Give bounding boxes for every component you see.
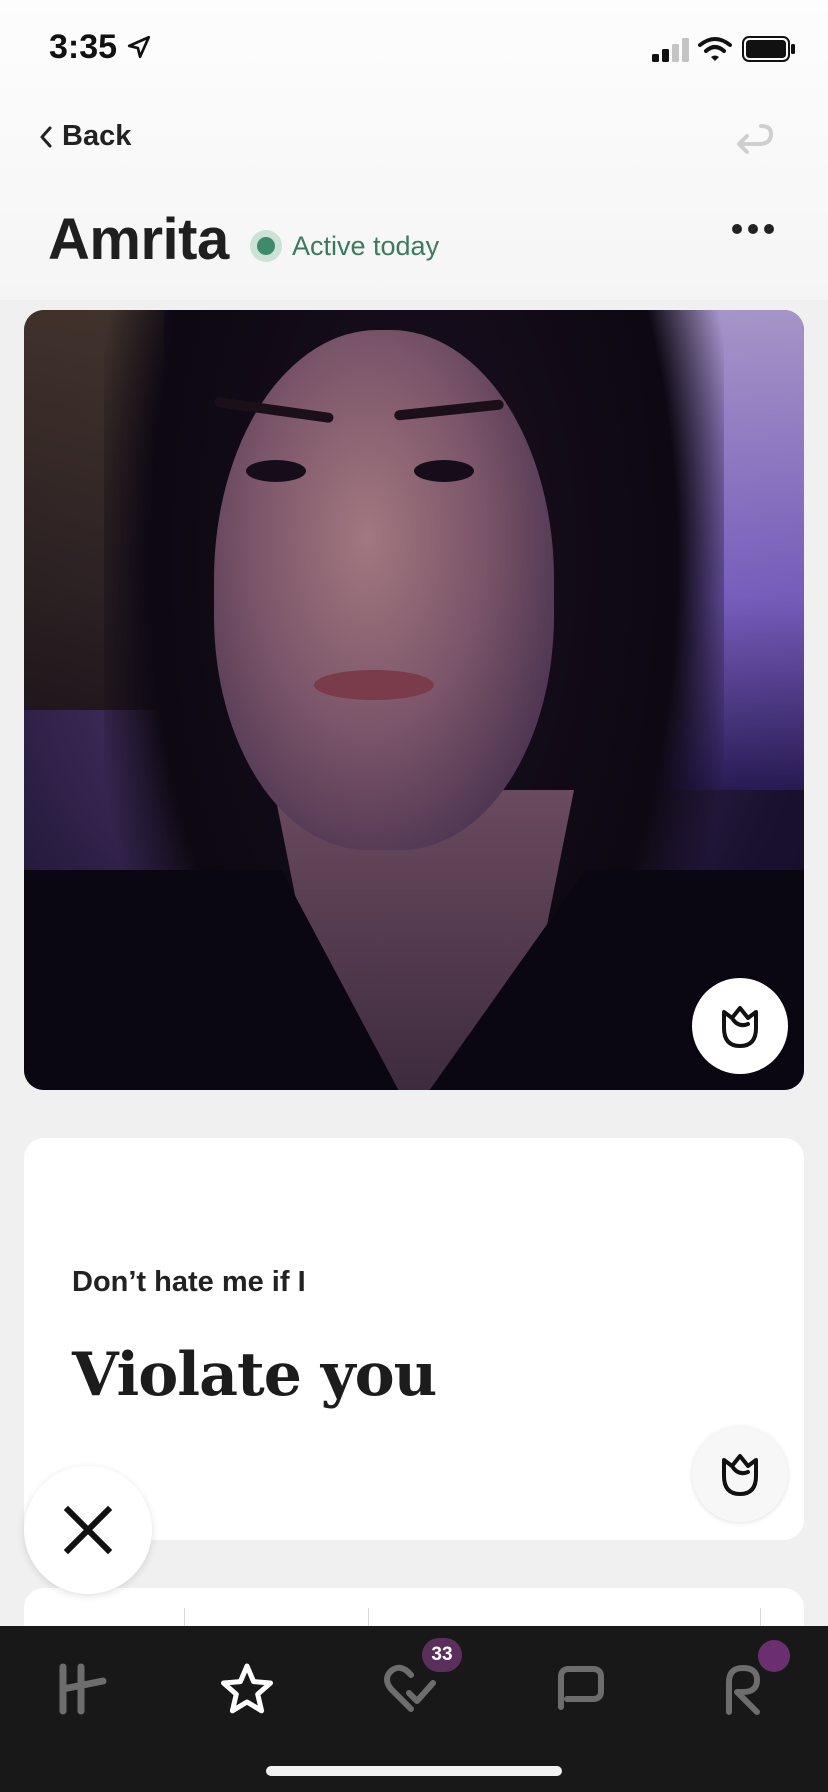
undo-icon[interactable] <box>735 122 775 158</box>
send-rose-button[interactable] <box>692 978 788 1074</box>
home-indicator <box>266 1766 562 1776</box>
rose-icon <box>722 1454 758 1496</box>
active-status-dot <box>250 230 282 262</box>
location-arrow-icon <box>127 35 151 59</box>
activity-status-label: Active today <box>292 230 440 261</box>
send-rose-prompt-button[interactable] <box>692 1426 788 1522</box>
cellular-signal-icon <box>652 38 689 62</box>
back-button[interactable]: Back <box>38 120 131 153</box>
profile-notification-dot <box>758 1640 790 1672</box>
prompt-card <box>24 1138 804 1540</box>
prompt-question: Don’t hate me if I <box>72 1266 306 1298</box>
chevron-left-icon <box>40 126 52 147</box>
profile-name: Amrita <box>48 207 229 272</box>
chat-icon <box>558 1666 604 1710</box>
status-time: 3:35 <box>49 28 118 66</box>
close-icon <box>63 1505 113 1555</box>
tab-standouts[interactable] <box>202 1644 292 1734</box>
activity-status: Active today <box>250 230 439 262</box>
skip-button[interactable] <box>24 1466 152 1594</box>
wifi-icon <box>698 37 732 61</box>
profile-photo[interactable] <box>24 310 804 1090</box>
status-bar: 3:35 <box>0 0 828 100</box>
home-icon <box>59 1663 107 1715</box>
prompt-answer: Violate you <box>72 1340 437 1410</box>
likes-count-badge: 33 <box>422 1638 462 1672</box>
more-options-icon[interactable] <box>731 222 775 236</box>
likes-icon <box>384 1664 436 1712</box>
profile-icon <box>726 1665 760 1715</box>
star-icon <box>221 1663 273 1714</box>
back-label: Back <box>62 120 132 152</box>
tab-discover[interactable] <box>36 1644 126 1734</box>
battery-icon <box>742 36 795 62</box>
tab-matches[interactable] <box>534 1644 624 1734</box>
rose-icon <box>722 1006 758 1048</box>
